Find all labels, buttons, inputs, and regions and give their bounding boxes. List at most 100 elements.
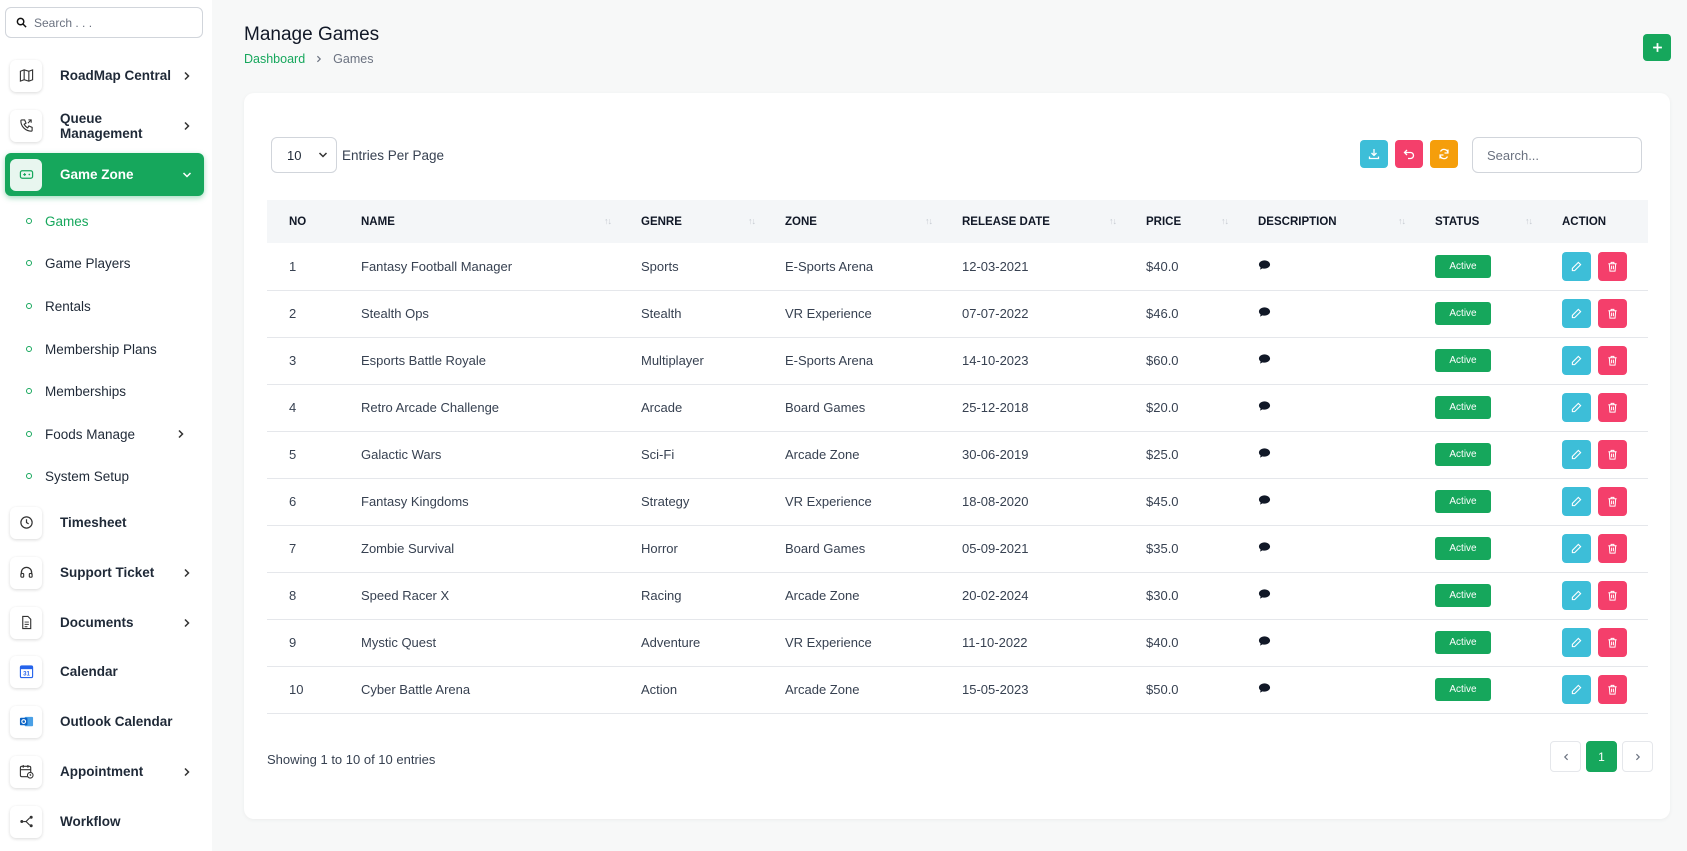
sidebar-item-workflow[interactable]: Workflow [5, 800, 204, 843]
delete-button[interactable] [1598, 675, 1627, 704]
sidebar-item-outlook-calendar[interactable]: Outlook Calendar [5, 700, 204, 743]
cell-genre: Strategy [641, 494, 690, 509]
trash-icon [1608, 684, 1617, 695]
edit-button[interactable] [1562, 487, 1591, 516]
chevron-right-icon [184, 618, 190, 627]
table-search-input[interactable] [1472, 137, 1642, 173]
comment-icon[interactable] [1258, 494, 1271, 509]
cell-zone: Board Games [785, 541, 866, 556]
cell-zone: Board Games [785, 400, 866, 415]
cell-description[interactable] [1236, 572, 1413, 619]
edit-button[interactable] [1562, 393, 1591, 422]
sidebar-search[interactable] [5, 7, 203, 38]
edit-button[interactable] [1562, 251, 1591, 281]
delete-button[interactable] [1598, 393, 1627, 422]
cell-description[interactable] [1236, 290, 1413, 337]
comment-icon[interactable] [1258, 306, 1271, 321]
column-header-description[interactable]: DESCRIPTION ↑↓ [1236, 200, 1413, 243]
column-header-zone[interactable]: ZONE ↑↓ [763, 200, 940, 243]
column-header-genre[interactable]: GENRE ↑↓ [619, 200, 763, 243]
sidebar-item-queue-management[interactable]: Queue Management [5, 104, 204, 147]
delete-button[interactable] [1598, 487, 1627, 516]
comment-icon[interactable] [1258, 682, 1271, 697]
sidebar-subitem-memberships[interactable]: Memberships [26, 381, 196, 401]
sidebar-item-roadmap-central[interactable]: RoadMap Central [5, 54, 204, 97]
cell-description[interactable] [1236, 337, 1413, 384]
edit-button[interactable] [1562, 299, 1591, 328]
delete-button[interactable] [1598, 440, 1627, 469]
cell-price: $35.0 [1146, 541, 1179, 556]
cell-price: $25.0 [1146, 447, 1179, 462]
edit-button[interactable] [1562, 581, 1591, 610]
delete-button[interactable] [1598, 251, 1627, 281]
cell-description[interactable] [1236, 619, 1413, 666]
delete-button[interactable] [1598, 346, 1627, 375]
cell-genre: Racing [641, 588, 682, 603]
cell-genre: Stealth [641, 306, 682, 321]
bullet-icon [26, 431, 32, 437]
page-button-current[interactable]: 1 [1586, 741, 1617, 772]
comment-icon[interactable] [1258, 541, 1271, 556]
download-icon [1368, 149, 1380, 160]
cell-description[interactable] [1236, 384, 1413, 431]
comment-icon[interactable] [1258, 259, 1271, 274]
delete-button[interactable] [1598, 581, 1627, 610]
refresh-button[interactable] [1430, 140, 1458, 168]
column-header-price[interactable]: PRICE ↑↓ [1124, 200, 1236, 243]
bullet-icon [26, 473, 32, 479]
sidebar-item-documents[interactable]: Documents [5, 601, 204, 644]
cell-description[interactable] [1236, 243, 1413, 290]
sidebar-subitem-system-setup[interactable]: System Setup [26, 466, 196, 486]
sidebar-subitem-games[interactable]: Games [26, 211, 196, 231]
sidebar-search-input[interactable] [34, 15, 184, 30]
cell-description[interactable] [1236, 431, 1413, 478]
delete-button[interactable] [1598, 299, 1627, 328]
cell-date: 25-12-2018 [962, 400, 1029, 415]
sidebar-item-timesheet[interactable]: Timesheet [5, 501, 204, 544]
sidebar-subitem-foods-manage[interactable]: Foods Manage [26, 424, 196, 444]
pencil-icon [1571, 543, 1582, 554]
sidebar-item-calendar[interactable]: 31 Calendar [5, 650, 204, 693]
breadcrumb-dashboard-link[interactable]: Dashboard [244, 52, 305, 66]
edit-button[interactable] [1562, 675, 1591, 704]
cell-description[interactable] [1236, 525, 1413, 572]
chevron-right-icon [184, 71, 190, 80]
comment-icon[interactable] [1258, 588, 1271, 603]
sidebar-item-label: Support Ticket [60, 565, 155, 580]
add-game-button[interactable] [1643, 34, 1671, 61]
column-header-name[interactable]: NAME ↑↓ [339, 200, 619, 243]
sidebar-subitem-game-players[interactable]: Game Players [26, 253, 196, 273]
sidebar-subitem-rentals[interactable]: Rentals [26, 296, 196, 316]
prev-page-button[interactable] [1550, 741, 1581, 772]
edit-button[interactable] [1562, 628, 1591, 657]
entries-select[interactable]: 10 [271, 137, 337, 173]
table-row: 7 Zombie Survival Horror Board Games 05-09-2… [267, 525, 1648, 572]
sidebar-subitem-membership-plans[interactable]: Membership Plans [26, 339, 196, 359]
cell-no: 4 [289, 400, 297, 415]
cell-name: Speed Racer X [361, 588, 450, 603]
comment-icon[interactable] [1258, 400, 1271, 415]
edit-button[interactable] [1562, 440, 1591, 469]
comment-icon[interactable] [1258, 353, 1271, 368]
download-button[interactable] [1360, 140, 1388, 168]
edit-button[interactable] [1562, 534, 1591, 563]
delete-button[interactable] [1598, 534, 1627, 563]
column-header-status[interactable]: STATUS ↑↓ [1413, 200, 1540, 243]
cell-status: Active [1413, 431, 1540, 478]
next-page-button[interactable] [1622, 741, 1653, 772]
sidebar-item-appointment[interactable]: Appointment [5, 750, 204, 793]
column-header-no[interactable]: NO [267, 200, 339, 243]
column-header-release-date[interactable]: RELEASE DATE ↑↓ [940, 200, 1124, 243]
entries-value: 10 [287, 147, 302, 163]
sidebar-item-game-zone[interactable]: Game Zone [5, 153, 204, 196]
cell-description[interactable] [1236, 478, 1413, 525]
cell-description[interactable] [1236, 666, 1413, 713]
undo-button[interactable] [1395, 140, 1423, 168]
sidebar-item-support-ticket[interactable]: Support Ticket [5, 551, 204, 594]
edit-button[interactable] [1562, 346, 1591, 375]
status-badge: Active [1435, 302, 1491, 325]
svg-text:31: 31 [23, 671, 30, 678]
delete-button[interactable] [1598, 628, 1627, 657]
comment-icon[interactable] [1258, 635, 1271, 650]
comment-icon[interactable] [1258, 447, 1271, 462]
